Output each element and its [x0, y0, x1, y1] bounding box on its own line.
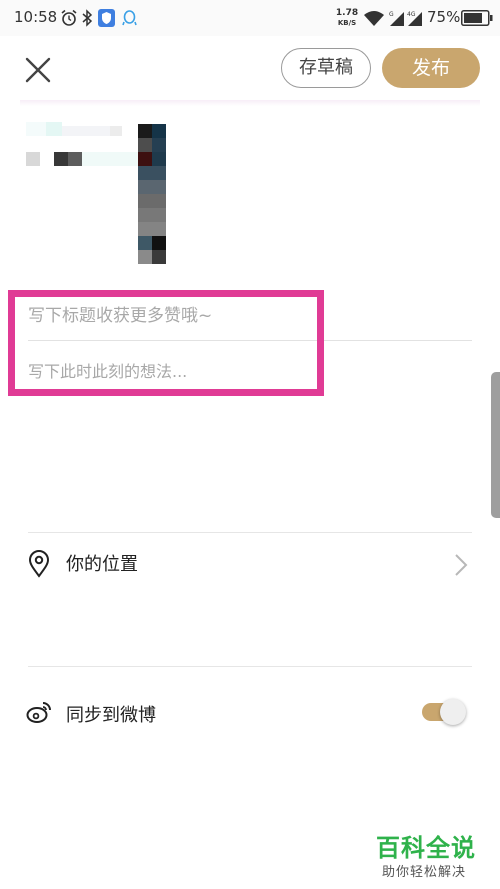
toggle-knob [440, 699, 466, 725]
weibo-sync-row: 同步到微博 [0, 684, 500, 740]
pixel-block [138, 250, 152, 264]
header-divider [20, 100, 480, 106]
pixel-block [62, 126, 110, 136]
publish-button[interactable]: 发布 [382, 48, 480, 88]
network-speed: 1.78 KB/S [334, 8, 360, 28]
signal-icon: 4G [407, 11, 422, 26]
pixel-block [152, 250, 166, 264]
pixel-block [138, 152, 152, 166]
svg-text:4G: 4G [407, 11, 416, 18]
pixel-block [26, 122, 46, 136]
pixel-block [138, 236, 152, 250]
pixel-block [138, 166, 166, 180]
watermark-subtitle: 助你轻松解决 [382, 865, 467, 880]
network-speed-unit: KB/S [337, 19, 357, 27]
pixel-block [152, 236, 166, 250]
network-speed-value: 1.78 [335, 8, 359, 18]
photo-thumbnail[interactable] [26, 122, 171, 267]
chevron-right-icon [455, 554, 468, 576]
location-label: 你的位置 [66, 554, 138, 575]
pixel-block [152, 152, 166, 166]
alarm-icon [61, 9, 77, 26]
status-bar: 10:58 1.78 KB/S G 4G 75% [0, 0, 500, 36]
pixel-block [152, 138, 166, 152]
pixel-block [138, 138, 152, 152]
pixel-block [110, 126, 122, 136]
pixel-block [138, 222, 166, 236]
content-input[interactable] [28, 356, 468, 386]
pixel-block [152, 124, 166, 138]
pixel-block [46, 122, 62, 136]
title-input[interactable] [28, 300, 468, 332]
battery-icon [461, 10, 493, 26]
signal-icon: G [389, 11, 404, 26]
pixel-block [138, 208, 166, 222]
pixel-block [54, 152, 68, 166]
wifi-icon [364, 11, 384, 26]
shield-icon [98, 9, 115, 27]
weibo-icon [26, 702, 51, 723]
top-toolbar: 存草稿 发布 [0, 36, 500, 102]
save-draft-button[interactable]: 存草稿 [281, 48, 371, 88]
status-time: 10:58 [14, 8, 58, 26]
pixel-block [138, 194, 166, 208]
pixel-block [82, 152, 138, 166]
pixel-block [138, 124, 152, 138]
pixel-block [26, 152, 40, 166]
watermark-title: 百科全说 [376, 834, 476, 862]
battery-percent: 75% [427, 8, 461, 26]
location-pin-icon [28, 550, 50, 578]
row-divider [28, 666, 472, 667]
input-divider [28, 340, 472, 341]
bluetooth-icon [82, 9, 93, 27]
row-divider [28, 532, 472, 533]
weibo-sync-label: 同步到微博 [66, 705, 156, 726]
pixel-block [68, 152, 82, 166]
qq-icon [122, 10, 137, 26]
location-row[interactable]: 你的位置 [0, 534, 500, 594]
scroll-handle[interactable] [491, 372, 500, 518]
svg-text:G: G [389, 11, 394, 18]
close-icon[interactable] [22, 54, 54, 86]
pixel-block [138, 180, 166, 194]
weibo-sync-toggle[interactable] [422, 699, 468, 725]
